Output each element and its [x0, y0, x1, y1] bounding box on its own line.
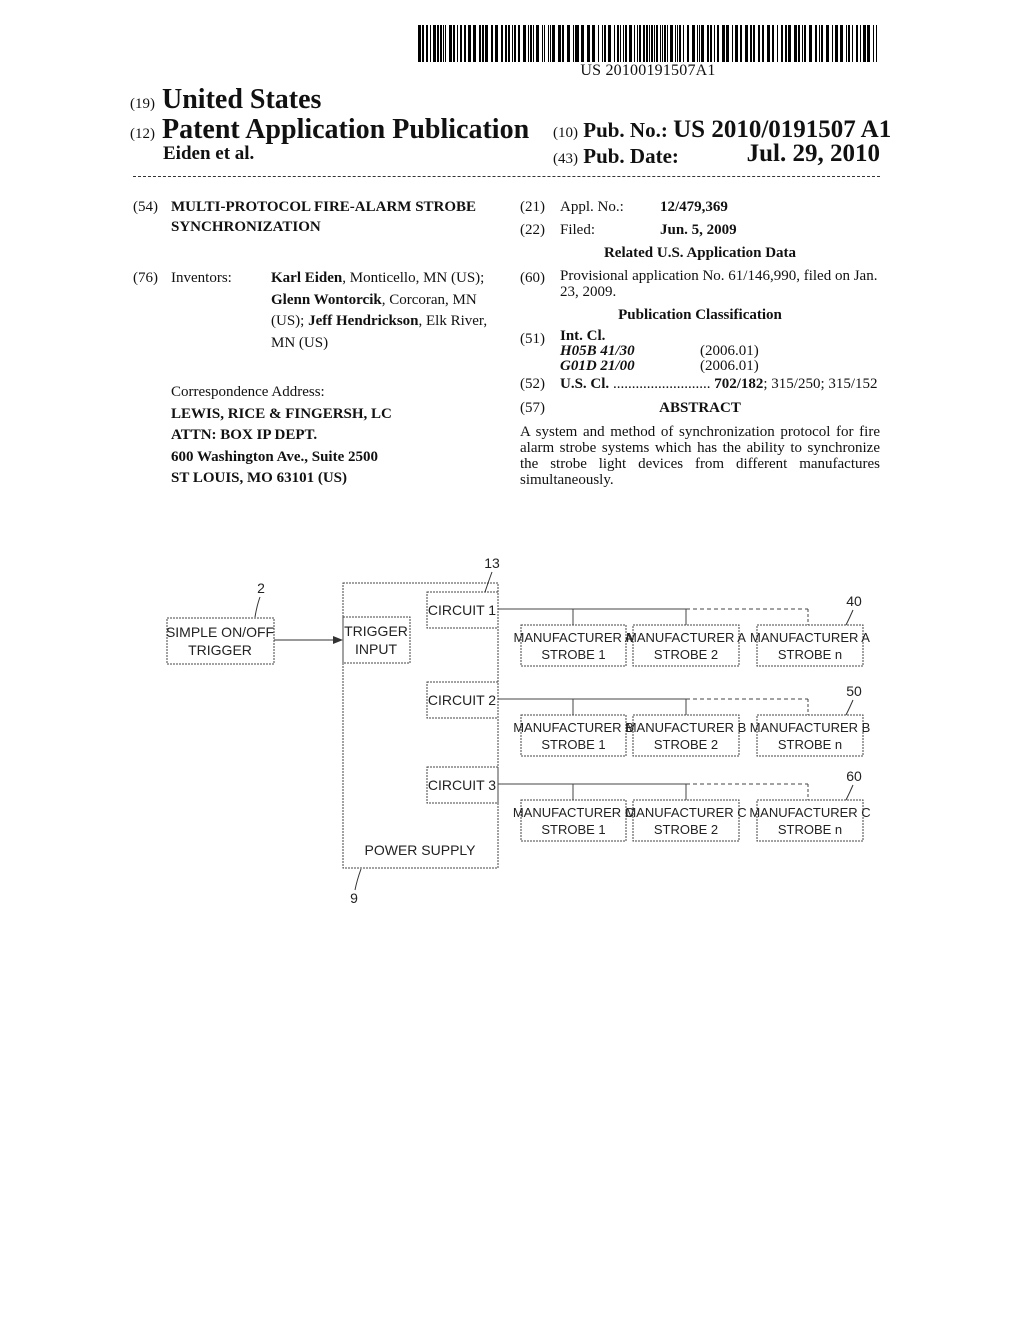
strobe-number-label: STROBE 1 — [541, 647, 605, 662]
strobe-manufacturer-label: MANUFACTURER A — [514, 630, 634, 645]
strobe-number-label: STROBE n — [778, 822, 842, 837]
circuit-label: CIRCUIT 2 — [428, 692, 496, 708]
circuit-label: CIRCUIT 3 — [428, 777, 496, 793]
trigger-input-line-1: TRIGGER — [344, 623, 408, 639]
strobe-number-label: STROBE n — [778, 737, 842, 752]
trigger-ref-leader — [254, 596, 261, 618]
strobe-number-label: STROBE 2 — [654, 647, 718, 662]
trigger-input-line-2: INPUT — [355, 641, 397, 657]
strobe-group-ref: 60 — [846, 768, 862, 784]
strobe-number-label: STROBE n — [778, 647, 842, 662]
strobe-number-label: STROBE 1 — [541, 822, 605, 837]
trigger-line-2: TRIGGER — [188, 642, 252, 658]
strobe-manufacturer-label: MANUFACTURER A — [750, 630, 870, 645]
power-supply-ref-leader — [354, 868, 362, 891]
circuits-ref: 13 — [484, 555, 500, 571]
strobe-ref-leader — [845, 699, 854, 716]
strobe-number-label: STROBE 2 — [654, 737, 718, 752]
strobe-number-label: STROBE 2 — [654, 822, 718, 837]
block-diagram: SIMPLE ON/OFF TRIGGER 2 POWER SUPPLY 9 T… — [166, 555, 871, 906]
strobe-number-label: STROBE 1 — [541, 737, 605, 752]
strobe-manufacturer-label: MANUFACTURER C — [749, 805, 870, 820]
strobe-manufacturer-label: MANUFACTURER A — [626, 630, 746, 645]
circuit-label: CIRCUIT 1 — [428, 602, 496, 618]
strobe-ref-leader — [845, 784, 854, 801]
trigger-line-1: SIMPLE ON/OFF — [166, 624, 274, 640]
power-supply-ref: 9 — [350, 890, 358, 906]
trigger-ref: 2 — [257, 580, 265, 596]
strobe-manufacturer-label: MANUFACTURER B — [750, 720, 871, 735]
strobe-manufacturer-label: MANUFACTURER B — [626, 720, 747, 735]
power-supply-label: POWER SUPPLY — [365, 842, 477, 858]
strobe-manufacturer-label: MANUFACTURER B — [513, 720, 634, 735]
strobe-group-ref: 50 — [846, 683, 862, 699]
strobe-manufacturer-label: MANUFACTURER C — [513, 805, 634, 820]
strobe-manufacturer-label: MANUFACTURER C — [625, 805, 746, 820]
strobe-ref-leader — [845, 609, 854, 626]
circuits-ref-leader — [484, 571, 493, 593]
strobe-group-ref: 40 — [846, 593, 862, 609]
